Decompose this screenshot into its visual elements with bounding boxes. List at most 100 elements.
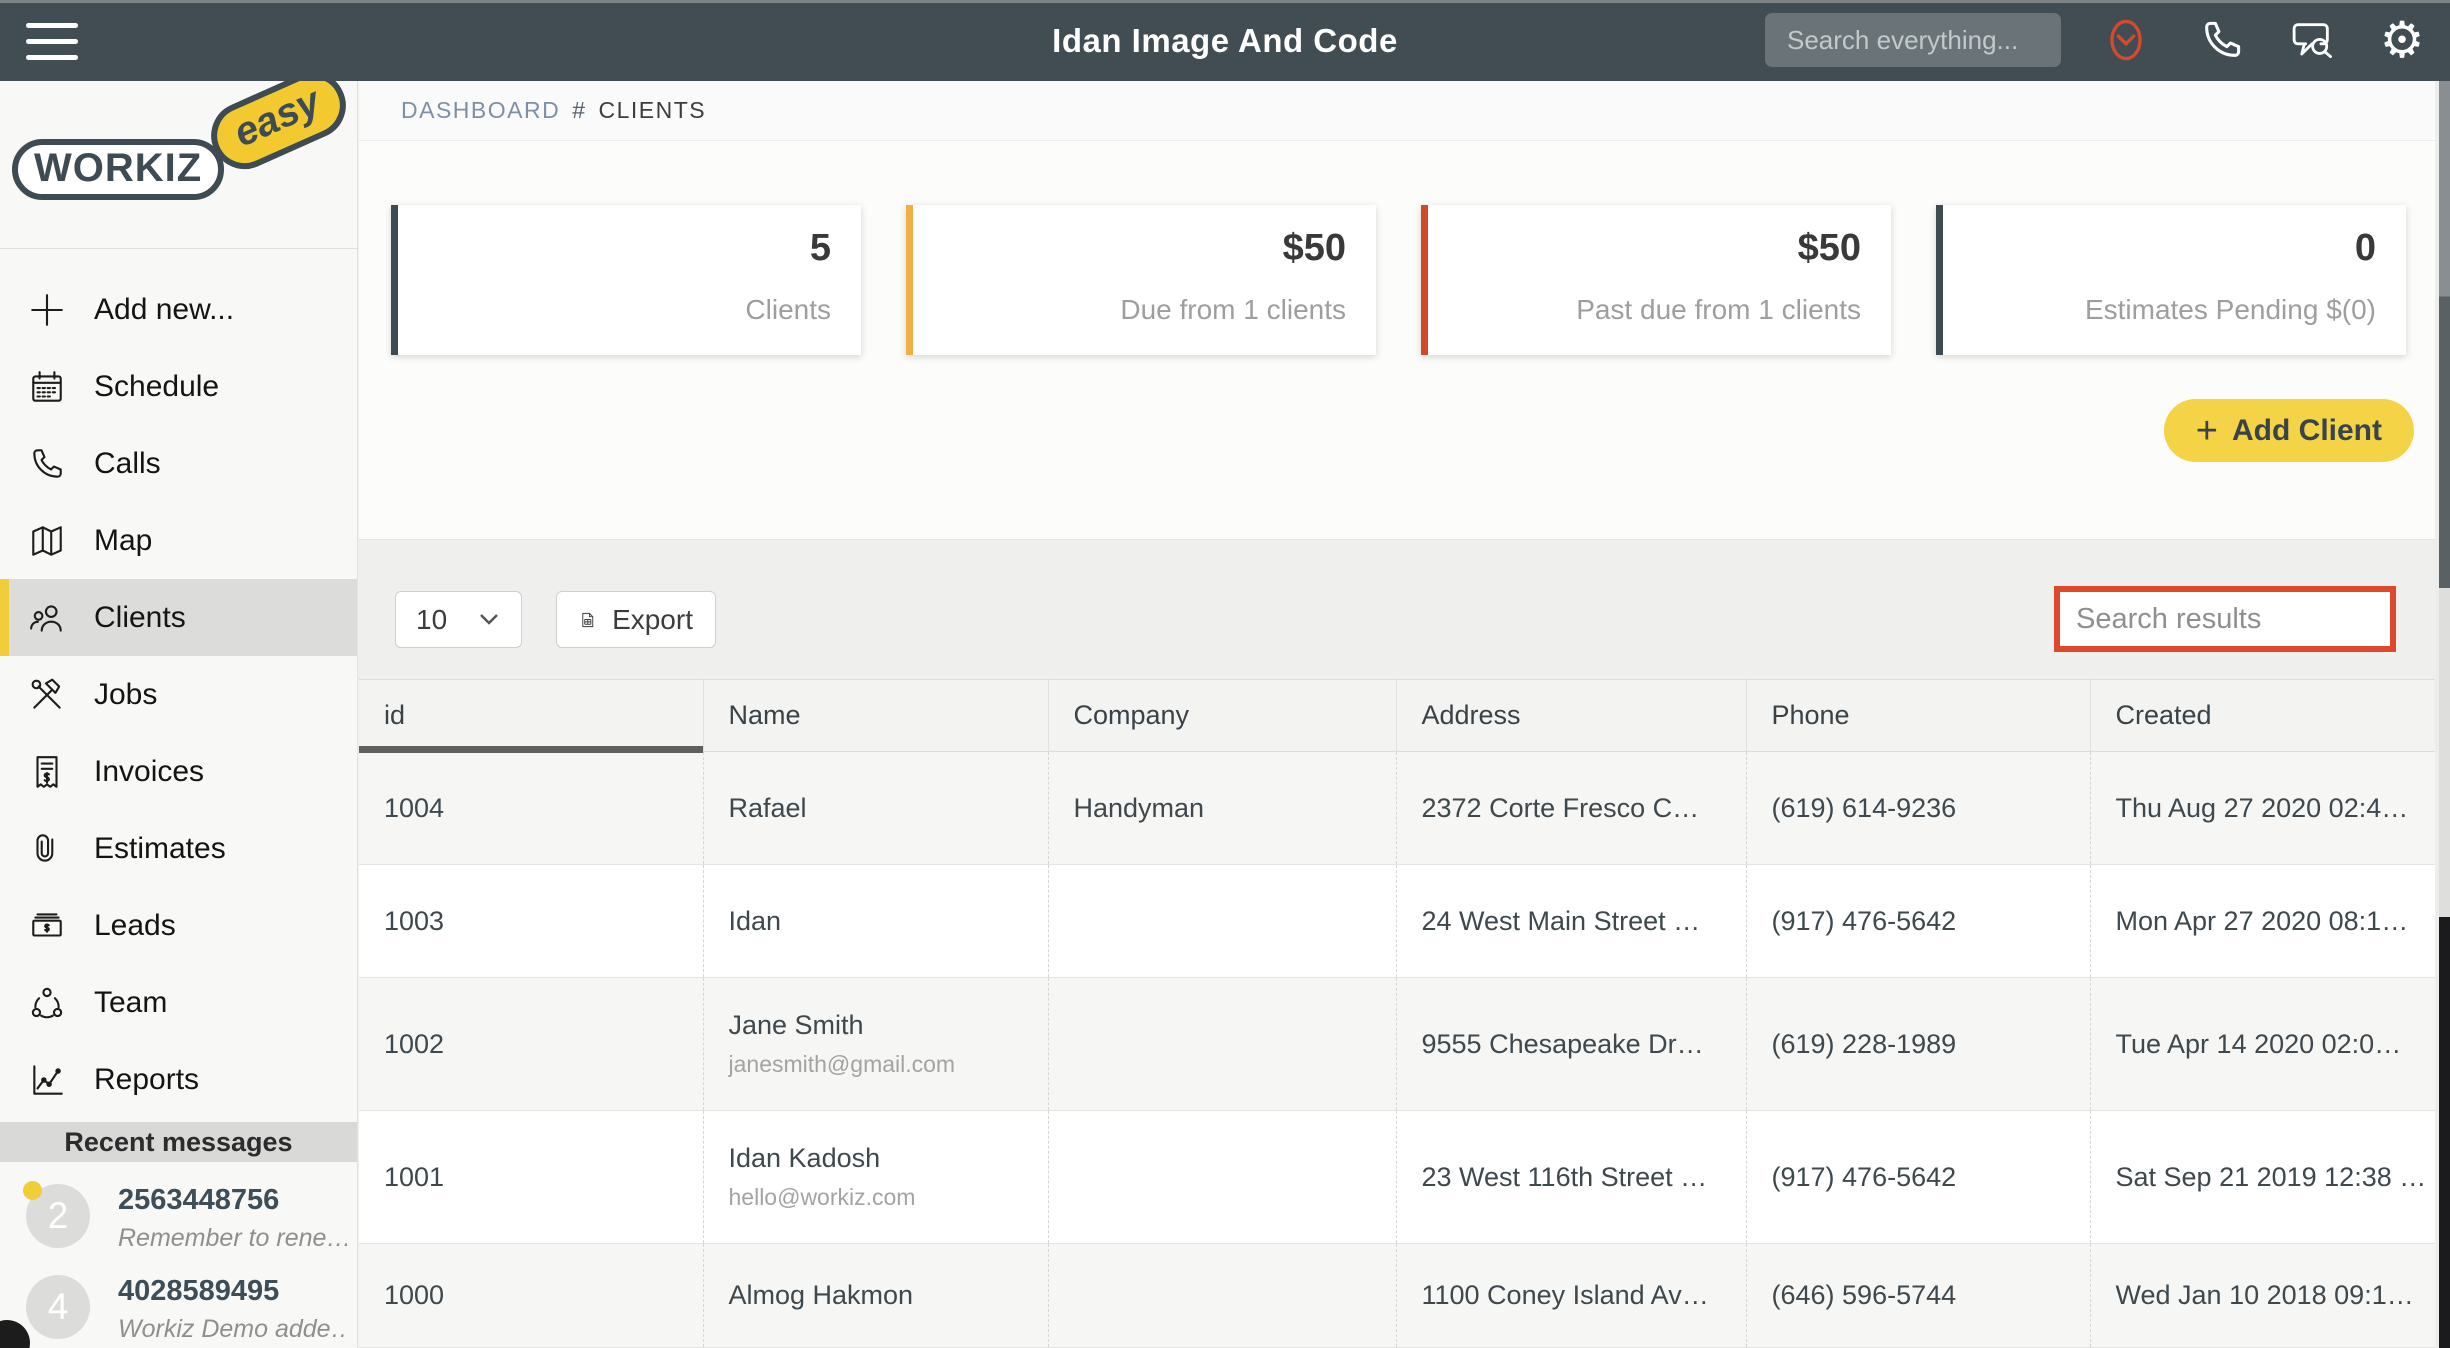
cell-name: Idan Kadosh hello@workiz.com	[703, 1110, 1049, 1244]
breadcrumb-separator: #	[572, 97, 587, 123]
sidebar-item-jobs[interactable]: Jobs	[0, 656, 357, 733]
cell-phone: (917) 476-5642	[1746, 1110, 2091, 1244]
plus-icon: +	[2195, 409, 2218, 452]
paperclip-icon	[27, 829, 67, 869]
table-row[interactable]: 1004 Rafael Handyman 2372 Corte Fresco C…	[359, 751, 2449, 865]
window-top-edge	[0, 0, 2450, 3]
workiz-app-window: Idan Image And Code ⚙ WORKIZ easy Add ne…	[0, 0, 2450, 1348]
workiz-logo: WORKIZ	[12, 139, 225, 200]
clients-table: id Name Company Address Phone Created 10…	[359, 679, 2450, 1348]
table-row[interactable]: 1001 Idan Kadosh hello@workiz.com 23 West…	[359, 1110, 2449, 1244]
cell-address: 9555 Chesapeake Dr…	[1396, 977, 1747, 1111]
cell-phone: (619) 228-1989	[1746, 977, 2091, 1111]
breadcrumb-dashboard-link[interactable]: DASHBOARD	[401, 97, 560, 124]
sidebar-item-team[interactable]: Team	[0, 964, 357, 1041]
map-icon	[27, 521, 67, 561]
avatar: 2	[23, 1181, 90, 1248]
summary-section: 5 Clients $50 Due from 1 clients $50 Pas…	[359, 141, 2450, 540]
stat-label: Past due from 1 clients	[1576, 294, 1861, 325]
cell-id: 1002	[359, 977, 704, 1111]
sidebar-item-estimates[interactable]: Estimates	[0, 810, 357, 887]
team-icon	[27, 983, 67, 1023]
sidebar-item-calls[interactable]: Calls	[0, 425, 357, 502]
cell-created: Sat Sep 21 2019 12:38 …	[2090, 1110, 2449, 1244]
cell-address: 2372 Corte Fresco C…	[1396, 751, 1747, 865]
window-scrollbar[interactable]	[2435, 81, 2450, 1348]
cell-created: Thu Aug 27 2020 02:4…	[2090, 751, 2449, 865]
cell-company	[1048, 1243, 1397, 1348]
cell-created: Tue Apr 14 2020 02:0…	[2090, 977, 2449, 1111]
stat-value: 0	[2354, 227, 2376, 269]
cell-phone: (646) 596-5744	[1746, 1243, 2091, 1348]
sidebar-item-invoices[interactable]: Invoices	[0, 733, 357, 810]
cell-company	[1048, 864, 1397, 978]
cell-id: 1000	[359, 1243, 704, 1348]
cell-name: Rafael	[703, 751, 1049, 865]
cell-id: 1004	[359, 751, 704, 865]
column-header-phone[interactable]: Phone	[1746, 679, 2091, 752]
stat-card-clients: 5 Clients	[391, 205, 861, 355]
sidebar-item-add-new[interactable]: Add new...	[0, 271, 357, 348]
global-search-input[interactable]	[1765, 13, 2061, 67]
cell-created: Wed Jan 10 2018 09:1…	[2090, 1243, 2449, 1348]
cell-name: Idan	[703, 864, 1049, 978]
top-bar: Idan Image And Code ⚙	[0, 0, 2450, 81]
table-section: 10 Export id Name Company Address	[359, 540, 2450, 1348]
breadcrumb-current-page: CLIENTS	[598, 97, 707, 123]
invoice-icon	[27, 752, 67, 792]
avatar: 4	[26, 1275, 90, 1339]
stat-value: $50	[1797, 227, 1861, 269]
cell-address: 1100 Coney Island Av…	[1396, 1243, 1747, 1348]
stat-label: Due from 1 clients	[1120, 294, 1346, 325]
recent-message-item[interactable]: 2 2563448756 Remember to rene…	[0, 1162, 357, 1253]
stat-label: Clients	[745, 294, 831, 325]
logo-block[interactable]: WORKIZ easy	[0, 61, 357, 249]
sidebar-item-clients[interactable]: Clients	[0, 579, 357, 656]
phone-icon[interactable]	[2198, 16, 2246, 64]
column-header-address[interactable]: Address	[1396, 679, 1747, 752]
table-row[interactable]: 1002 Jane Smith janesmith@gmail.com 9555 …	[359, 977, 2449, 1111]
cell-address: 24 West Main Street …	[1396, 864, 1747, 978]
stat-label: Estimates Pending $(0)	[2084, 294, 2376, 325]
sidebar-item-schedule[interactable]: Schedule	[0, 348, 357, 425]
chat-search-icon[interactable]	[2288, 16, 2336, 64]
unread-dot	[23, 1181, 42, 1200]
sidebar: WORKIZ easy Add new... Schedule Calls Ma…	[0, 61, 358, 1348]
table-row[interactable]: 1000 Almog Hakmon 1100 Coney Island Av… …	[359, 1243, 2449, 1348]
recent-message-item[interactable]: 4 4028589495 Workiz Demo adde…	[0, 1253, 357, 1344]
column-header-created[interactable]: Created	[2090, 679, 2449, 752]
cell-name: Almog Hakmon	[703, 1243, 1049, 1348]
column-header-company[interactable]: Company	[1048, 679, 1397, 752]
clock-status-icon[interactable]	[2102, 16, 2150, 64]
cell-email: hello@workiz.com	[728, 1184, 916, 1210]
phone-icon	[27, 444, 67, 484]
cell-created: Mon Apr 27 2020 08:1…	[2090, 864, 2449, 978]
sidebar-item-leads[interactable]: Leads	[0, 887, 357, 964]
cell-company	[1048, 1110, 1397, 1244]
calendar-icon	[27, 367, 67, 407]
tools-icon	[27, 675, 67, 715]
message-preview: Remember to rene…	[118, 1224, 347, 1252]
spreadsheet-icon	[582, 612, 594, 627]
recent-messages-header: Recent messages	[0, 1122, 357, 1162]
chevron-down-icon	[480, 613, 498, 625]
cell-id: 1003	[359, 864, 704, 978]
column-header-name[interactable]: Name	[703, 679, 1049, 752]
main-content: DASHBOARD # CLIENTS 5 Clients $50 Due fr…	[359, 81, 2450, 1348]
page-size-select[interactable]: 10	[395, 591, 522, 648]
cell-phone: (619) 614-9236	[1746, 751, 2091, 865]
cell-address: 23 West 116th Street …	[1396, 1110, 1747, 1244]
clients-icon	[27, 598, 67, 638]
table-search-input[interactable]	[2054, 586, 2396, 652]
add-client-button[interactable]: + Add Client	[2163, 399, 2414, 462]
sidebar-item-reports[interactable]: Reports	[0, 1041, 357, 1118]
settings-gear-icon[interactable]: ⚙	[2378, 15, 2426, 65]
column-header-id[interactable]: id	[359, 679, 704, 754]
cell-phone: (917) 476-5642	[1746, 864, 2091, 978]
message-sender: 2563448756	[118, 1184, 280, 1216]
stat-card-past-due: $50 Past due from 1 clients	[1421, 205, 1891, 355]
stat-value: $50	[1282, 227, 1346, 269]
sidebar-item-map[interactable]: Map	[0, 502, 357, 579]
export-button[interactable]: Export	[556, 591, 716, 648]
table-row[interactable]: 1003 Idan 24 West Main Street … (917) 47…	[359, 864, 2449, 978]
